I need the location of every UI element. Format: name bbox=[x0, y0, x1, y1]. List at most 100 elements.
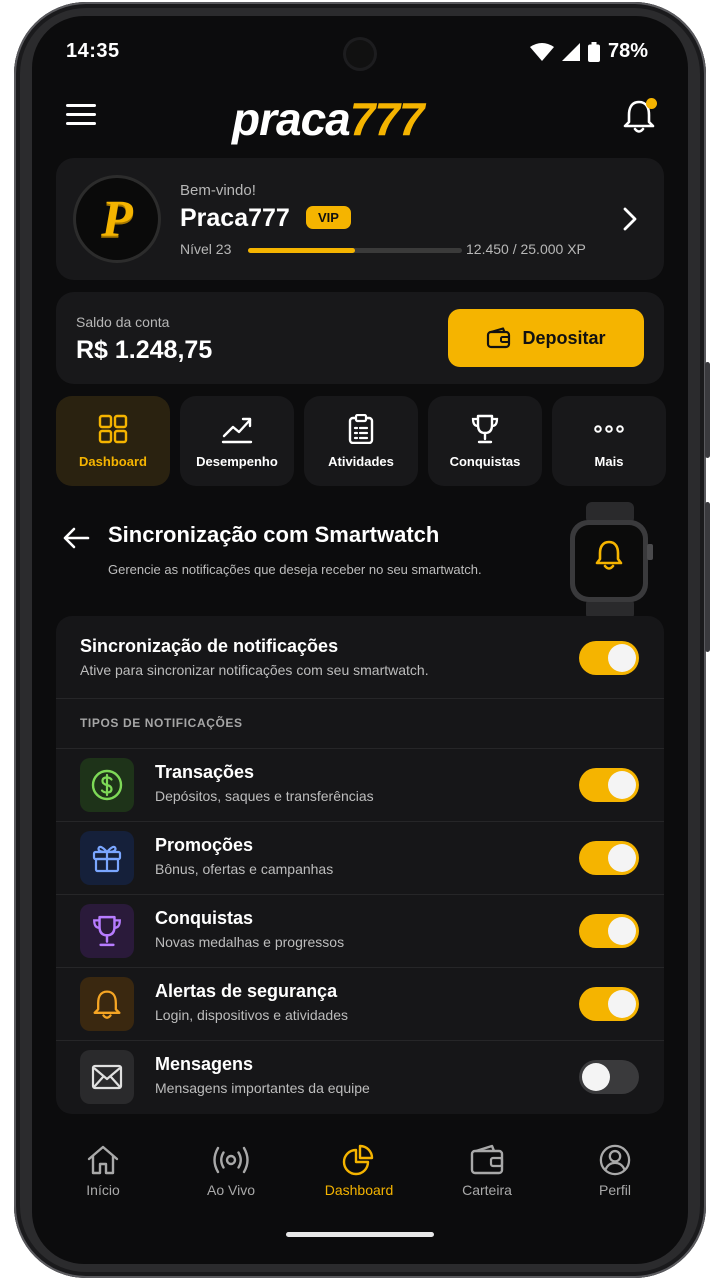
section-title: Sincronização com Smartwatch bbox=[108, 522, 440, 547]
profile-card[interactable]: P Bem-vindo! Praca777 VIP Nível 23 12.45… bbox=[56, 158, 664, 280]
trend-chart-icon bbox=[221, 417, 253, 444]
vip-badge: VIP bbox=[306, 206, 351, 229]
wallet-icon bbox=[470, 1144, 504, 1175]
back-arrow-icon[interactable] bbox=[62, 526, 90, 550]
mail-icon bbox=[91, 1064, 123, 1090]
achievements-icon-box bbox=[80, 904, 134, 958]
divider bbox=[56, 748, 664, 749]
transactions-toggle[interactable] bbox=[579, 768, 639, 802]
battery-icon bbox=[587, 41, 600, 62]
row-subtitle: Novas medalhas e progressos bbox=[155, 934, 345, 950]
sync-title: Sincronização de notificações bbox=[80, 636, 339, 656]
tab-mais[interactable]: Mais bbox=[552, 396, 666, 486]
divider bbox=[56, 894, 664, 895]
app-screen: 14:35 78% praca777 P Bem-vindo! Praca777… bbox=[32, 16, 688, 1264]
xp-progress-bar bbox=[248, 248, 462, 253]
nav-label: Carteira bbox=[462, 1182, 512, 1198]
tab-desempenho[interactable]: Desempenho bbox=[180, 396, 294, 486]
bell-icon bbox=[93, 990, 121, 1019]
nav-ao-vivo[interactable]: Ao Vivo bbox=[176, 1144, 286, 1198]
welcome-text: Bem-vindo! bbox=[180, 182, 256, 199]
avatar: P bbox=[76, 178, 158, 260]
username: Praca777 bbox=[180, 204, 290, 232]
achievements-toggle[interactable] bbox=[579, 914, 639, 948]
signal-icon bbox=[561, 42, 580, 61]
messages-toggle[interactable] bbox=[579, 1060, 639, 1094]
notification-dot bbox=[646, 98, 657, 109]
tab-conquistas[interactable]: Conquistas bbox=[428, 396, 542, 486]
live-icon bbox=[213, 1146, 249, 1174]
security-toggle[interactable] bbox=[579, 987, 639, 1021]
section-subtitle: Gerencie as notificações que deseja rece… bbox=[108, 562, 482, 577]
deposit-button[interactable]: Depositar bbox=[448, 309, 644, 367]
xp-text: 12.450 / 25.000 XP bbox=[466, 241, 586, 257]
nav-label: Ao Vivo bbox=[207, 1182, 255, 1198]
chevron-right-icon[interactable] bbox=[622, 206, 638, 232]
gift-icon bbox=[92, 845, 122, 873]
trophy-icon bbox=[93, 915, 121, 947]
clipboard-icon bbox=[348, 414, 374, 444]
tab-dashboard[interactable]: Dashboard bbox=[56, 396, 170, 486]
nav-label: Dashboard bbox=[324, 1182, 394, 1198]
nav-label: Início bbox=[86, 1182, 120, 1198]
divider bbox=[56, 821, 664, 822]
security-icon-box bbox=[80, 977, 134, 1031]
power-button bbox=[705, 362, 710, 458]
row-title: Promoções bbox=[155, 835, 254, 855]
row-subtitle: Login, dispositivos e atividades bbox=[155, 1007, 349, 1023]
nav-perfil[interactable]: Perfil bbox=[560, 1144, 670, 1198]
grid-icon bbox=[98, 414, 128, 444]
status-icons: 78% bbox=[529, 40, 648, 63]
row-title: Transações bbox=[155, 762, 255, 782]
trophy-icon bbox=[471, 414, 499, 444]
tab-label: Desempenho bbox=[196, 454, 278, 469]
promotions-toggle[interactable] bbox=[579, 841, 639, 875]
tab-label: Mais bbox=[594, 454, 624, 469]
home-indicator[interactable] bbox=[286, 1232, 434, 1237]
balance-value: R$ 1.248,75 bbox=[76, 336, 213, 364]
row-title: Conquistas bbox=[155, 908, 254, 928]
sync-subtitle: Ative para sincronizar notificações com … bbox=[80, 662, 429, 678]
row-subtitle: Mensagens importantes da equipe bbox=[155, 1080, 370, 1096]
level-text: Nível 23 bbox=[180, 241, 232, 257]
balance-card: Saldo da conta R$ 1.248,75 Depositar bbox=[56, 292, 664, 384]
promotions-icon-box bbox=[80, 831, 134, 885]
tab-atividades[interactable]: Atividades bbox=[304, 396, 418, 486]
divider bbox=[56, 698, 664, 699]
smartwatch-icon bbox=[570, 502, 653, 620]
user-icon bbox=[599, 1144, 631, 1176]
row-subtitle: Depósitos, saques e transferências bbox=[155, 788, 374, 804]
nav-inicio[interactable]: Início bbox=[48, 1144, 158, 1198]
sync-toggle[interactable] bbox=[579, 641, 639, 675]
nav-dashboard[interactable]: Dashboard bbox=[304, 1144, 414, 1198]
more-dots-icon bbox=[594, 425, 624, 433]
wallet-icon bbox=[487, 327, 511, 349]
tab-label: Atividades bbox=[328, 454, 394, 469]
tab-label: Conquistas bbox=[449, 454, 521, 469]
wifi-icon bbox=[529, 42, 554, 61]
front-camera bbox=[346, 40, 374, 68]
divider bbox=[56, 1040, 664, 1041]
status-time: 14:35 bbox=[66, 40, 120, 62]
divider bbox=[56, 967, 664, 968]
balance-label: Saldo da conta bbox=[76, 314, 170, 330]
xp-progress-fill bbox=[248, 248, 355, 253]
nav-carteira[interactable]: Carteira bbox=[432, 1144, 542, 1198]
home-icon bbox=[87, 1145, 119, 1175]
notification-settings-card: Sincronização de notificações Ative para… bbox=[56, 616, 664, 1114]
battery-percent: 78% bbox=[607, 40, 648, 62]
row-title: Mensagens bbox=[155, 1054, 254, 1074]
menu-icon[interactable] bbox=[66, 104, 96, 126]
dollar-icon bbox=[91, 769, 123, 801]
deposit-label: Depositar bbox=[522, 327, 606, 348]
tab-label: Dashboard bbox=[79, 454, 147, 469]
app-logo: praca777 bbox=[232, 93, 424, 145]
messages-icon-box bbox=[80, 1050, 134, 1104]
row-title: Alertas de segurança bbox=[155, 981, 338, 1001]
pie-chart-icon bbox=[342, 1144, 374, 1176]
types-header: TIPOS DE NOTIFICAÇÕES bbox=[80, 716, 243, 730]
avatar-logo: P bbox=[101, 190, 133, 248]
row-subtitle: Bônus, ofertas e campanhas bbox=[155, 861, 334, 877]
nav-label: Perfil bbox=[599, 1182, 631, 1198]
volume-button bbox=[705, 502, 710, 652]
